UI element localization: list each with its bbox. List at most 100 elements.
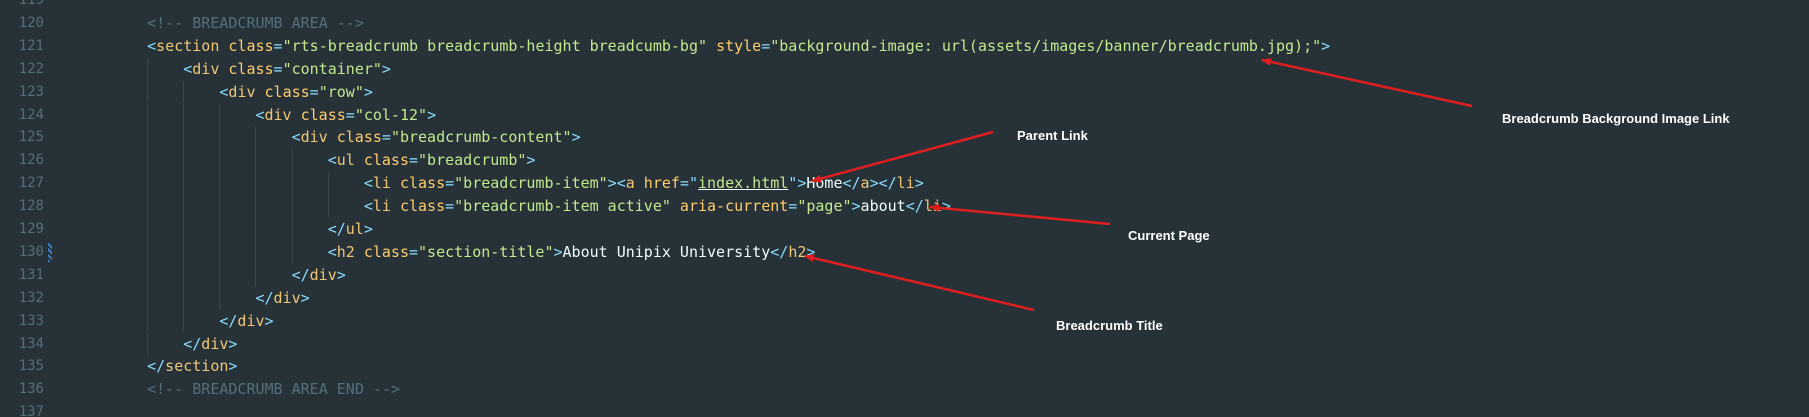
code-editor[interactable]: 119 120 <!-- BREADCRUMB AREA --> 121 <sectio… [0,0,1809,417]
indent-guide [291,240,293,264]
code-token: li [896,174,915,193]
indent-guide [147,332,149,356]
code-token: > [381,59,391,78]
code-token: "container" [282,59,382,78]
code-token: div [300,128,328,147]
code-line[interactable]: 130 <h2 class="section-title">About Unipi… [0,241,1809,264]
line-number: 137 [18,404,44,417]
code-token: > [300,288,310,307]
line-number: 122 [18,60,44,77]
code-line[interactable]: 129 </ul> [0,218,1809,241]
line-code: </div> [255,287,309,310]
code-token: < [327,151,337,170]
code-token: div [228,82,256,101]
code-token: > [228,357,238,376]
code-token: class [264,82,310,101]
code-token: "breadcrumb-item active" [454,197,671,216]
indent-guide [147,172,149,196]
line-code: <div class="col-12"> [255,104,436,127]
code-line[interactable]: 135 </section> [0,355,1809,378]
code-token: = [445,174,455,193]
line-code: </section> [147,355,237,378]
indent-guide [183,263,185,287]
code-token: " [788,174,798,193]
code-token: = [409,151,419,170]
line-number: 136 [18,381,44,398]
code-token: section [165,357,229,376]
line-number: 123 [18,83,44,100]
indent-guide [255,195,257,218]
code-line[interactable]: 120 <!-- BREADCRUMB AREA --> [0,12,1809,35]
line-code: <div class="container"> [183,58,391,81]
code-line[interactable]: 119 [0,0,1809,12]
code-line[interactable]: 134 </div> [0,333,1809,356]
code-token: "section-title" [418,242,554,261]
indent-guide [183,218,185,241]
code-token: = [788,197,798,216]
code-token: > [427,105,437,124]
code-token: Home [806,174,843,193]
code-line[interactable]: 121 <section class="rts-breadcrumb breadc… [0,35,1809,58]
code-token: div [264,105,292,124]
indent-guide [183,195,185,218]
code-token: style [716,36,762,55]
code-token: > [363,82,373,101]
code-token: > [1321,36,1331,55]
indent-guide [147,126,149,150]
code-line[interactable]: 122 <div class="container"> [0,58,1809,81]
code-token: < [327,242,337,261]
annotation-breadcrumb-title: Breadcrumb Title [1056,318,1163,333]
code-line[interactable]: 125 <div class="breadcrumb-content"> [0,126,1809,149]
line-number: 132 [18,289,44,306]
code-token: li [372,174,391,193]
indent-guide [219,240,221,264]
code-token: section [156,36,220,55]
code-token: li [372,197,391,216]
code-line[interactable]: 132 </div> [0,287,1809,310]
code-token: a [625,174,635,193]
code-token: "breadcrumb-item" [454,174,608,193]
code-line[interactable]: 137 [0,401,1809,417]
annotation-current-page: Current Page [1128,228,1210,243]
code-token: class [228,59,274,78]
line-number: 121 [18,37,44,54]
indent-guide [291,149,293,173]
code-token: </ [770,242,789,261]
indent-guide [183,103,185,127]
code-token: = [381,128,391,147]
code-line[interactable]: 128 <li class="breadcrumb-item active" ar… [0,195,1809,218]
code-line[interactable]: 131 </div> [0,264,1809,287]
code-line[interactable]: 126 <ul class="breadcrumb"> [0,149,1809,172]
code-token: "row" [318,82,364,101]
code-line[interactable]: 127 <li class="breadcrumb-item"><a href="… [0,172,1809,195]
code-token: </ [842,174,861,193]
indent-guide [183,240,185,264]
code-token: <!-- BREADCRUMB AREA --> [147,13,364,32]
annotation-parent-link: Parent Link [1017,128,1088,143]
code-token: aria-current [679,197,789,216]
code-token: > [363,220,373,238]
code-token: > [797,174,807,193]
indent-guide [183,172,185,196]
code-token: "breadcrumb" [418,151,527,170]
indent-guide [219,103,221,127]
indent-guide [219,149,221,173]
indent-guide [183,286,185,310]
line-number: 130 [18,243,44,260]
code-line[interactable]: 133 </div> [0,310,1809,333]
code-token: < [255,105,265,124]
code-token: ul [336,151,355,170]
code-line[interactable]: 136 <!-- BREADCRUMB AREA END --> [0,378,1809,401]
href-link[interactable]: index.html [698,174,788,192]
indent-guide [255,240,257,264]
code-token: = [445,197,455,216]
line-number: 135 [18,358,44,375]
code-line[interactable]: 123 <div class="row"> [0,81,1809,104]
code-token: = [409,242,419,261]
line-number: 124 [18,106,44,123]
